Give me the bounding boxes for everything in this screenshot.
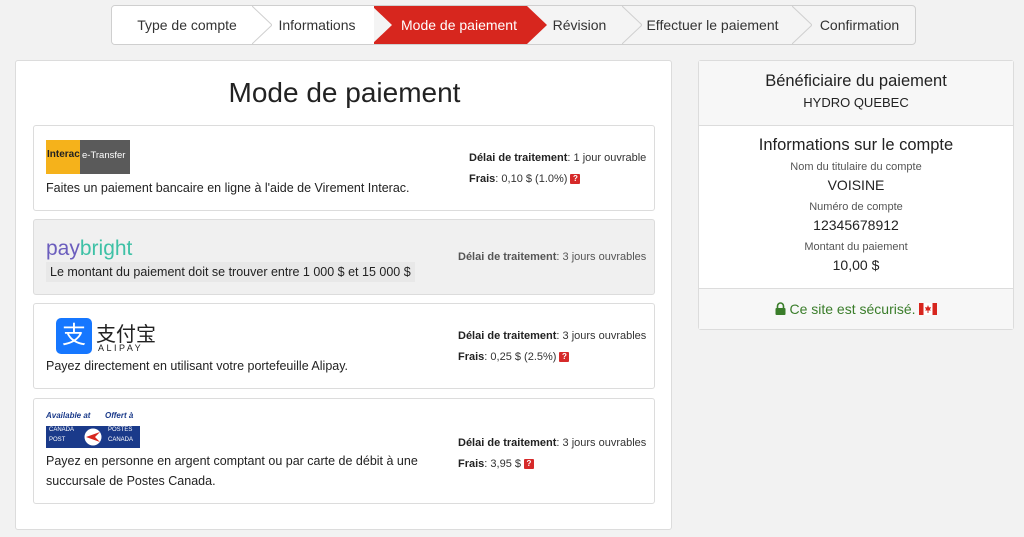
delay-value: : 3 jours ouvrables [556,251,647,263]
alipay-icon: 支 [56,318,92,354]
paybright-logo-pay: pay [46,237,80,260]
alipay-logo: 支 支付宝 ALIPAY [56,318,156,354]
method-details: Délai de traitement: 1 jour ouvrable Fra… [469,148,646,190]
security-section: Ce site est sécurisé. [699,288,1013,329]
help-icon[interactable]: ? [570,174,581,185]
step-account-type[interactable]: Type de compte [122,6,252,44]
method-description: Le montant du paiement doit se trouver e… [46,262,415,282]
progress-stepper: Type de compte Informations Mode de paie… [111,5,916,45]
canada-fr-text: CANADA [108,437,134,443]
canada-post-logo: Available at Offert à CANADA POST POSTES… [46,411,140,449]
account-number-value: 12345678912 [813,217,899,233]
fee-label: Frais [469,173,496,185]
secure-notice: Ce site est sécurisé. [775,301,938,317]
description-line-2: succursale de Postes Canada. [46,474,216,488]
account-info-section: Informations sur le compte Nom du titula… [699,136,1013,273]
canada-post-emblem [84,428,102,446]
paybright-logo: paybright [46,237,132,261]
interac-logo-text: Interac [47,149,80,160]
method-details: Délai de traitement: 3 jours ouvrables F… [458,433,646,475]
delay-value: : 1 jour ouvrable [567,152,647,164]
post-text: POST [49,437,66,443]
account-number-label: Numéro de compte [809,201,903,213]
step-confirmation[interactable]: Confirmation [807,6,912,44]
fee-label: Frais [458,351,485,363]
amount-value: 10,00 $ [832,257,880,273]
method-details: Délai de traitement: 3 jours ouvrables [458,247,646,268]
delay-label: Délai de traitement [469,152,568,164]
interac-etransfer-logo: Interac e-Transfer [46,140,130,174]
step-make-payment[interactable]: Effectuer le paiement [635,6,790,44]
paybright-logo-bright: bright [79,237,133,260]
delay-label: Délai de traitement [458,251,557,263]
help-icon[interactable]: ? [524,459,534,470]
help-icon[interactable]: ? [559,352,570,363]
step-payment-method[interactable]: Mode de paiement [384,6,534,44]
secure-text: Ce site est sécurisé. [789,301,916,317]
etransfer-logo-text: e-Transfer [82,150,126,161]
lock-icon [775,302,786,315]
page-title: Mode de paiement [228,77,461,108]
holder-value: VOISINE [827,177,885,193]
fee-label: Frais [458,458,485,470]
delay-value: : 3 jours ouvrables [556,330,647,342]
offert-a-text: Offert à [105,411,134,420]
payment-option-alipay[interactable]: 支 支付宝 ALIPAY Payez directement en utilis… [33,303,655,389]
method-description: Faites un paiement bancaire en ligne à l… [46,181,410,195]
account-summary-panel: Bénéficiaire du paiement HYDRO QUEBEC In… [698,60,1014,330]
payee-section: Bénéficiaire du paiement HYDRO QUEBEC [699,61,1013,126]
amount-label: Montant du paiement [804,241,908,253]
method-details: Délai de traitement: 3 jours ouvrables F… [458,326,646,368]
fee-value: : 3,95 $ [484,458,521,470]
payment-option-paybright: paybright Le montant du paiement doit se… [33,219,655,295]
account-info-title: Informations sur le compte [758,136,954,154]
payee-name: HYDRO QUEBEC [803,95,909,110]
payment-methods-panel: Mode de paiement Interac e-Transfer Fait… [15,60,672,530]
fee-value: : 0,10 $ (1.0%) [495,173,568,185]
available-at-text: Available at [46,411,91,420]
method-description: Payez directement en utilisant votre por… [46,359,349,373]
description-line-1: Payez en personne en argent comptant ou … [46,454,418,468]
alipay-logo-latin: ALIPAY [98,343,144,353]
payee-title: Bénéficiaire du paiement [765,72,947,90]
holder-label: Nom du titulaire du compte [790,161,922,173]
step-review[interactable]: Révision [542,6,617,44]
payment-option-interac[interactable]: Interac e-Transfer Faites un paiement ba… [33,125,655,211]
delay-value: : 3 jours ouvrables [556,437,647,449]
canada-text: CANADA [49,427,75,433]
canada-flag-icon [919,303,938,315]
postes-text: POSTES [108,427,133,433]
delay-label: Délai de traitement [458,437,557,449]
payment-option-canada-post[interactable]: Available at Offert à CANADA POST POSTES… [33,398,655,504]
method-description: Payez en personne en argent comptant ou … [46,451,418,491]
fee-value: : 0,25 $ (2.5%) [484,351,557,363]
step-information[interactable]: Informations [262,6,372,44]
delay-label: Délai de traitement [458,330,557,342]
